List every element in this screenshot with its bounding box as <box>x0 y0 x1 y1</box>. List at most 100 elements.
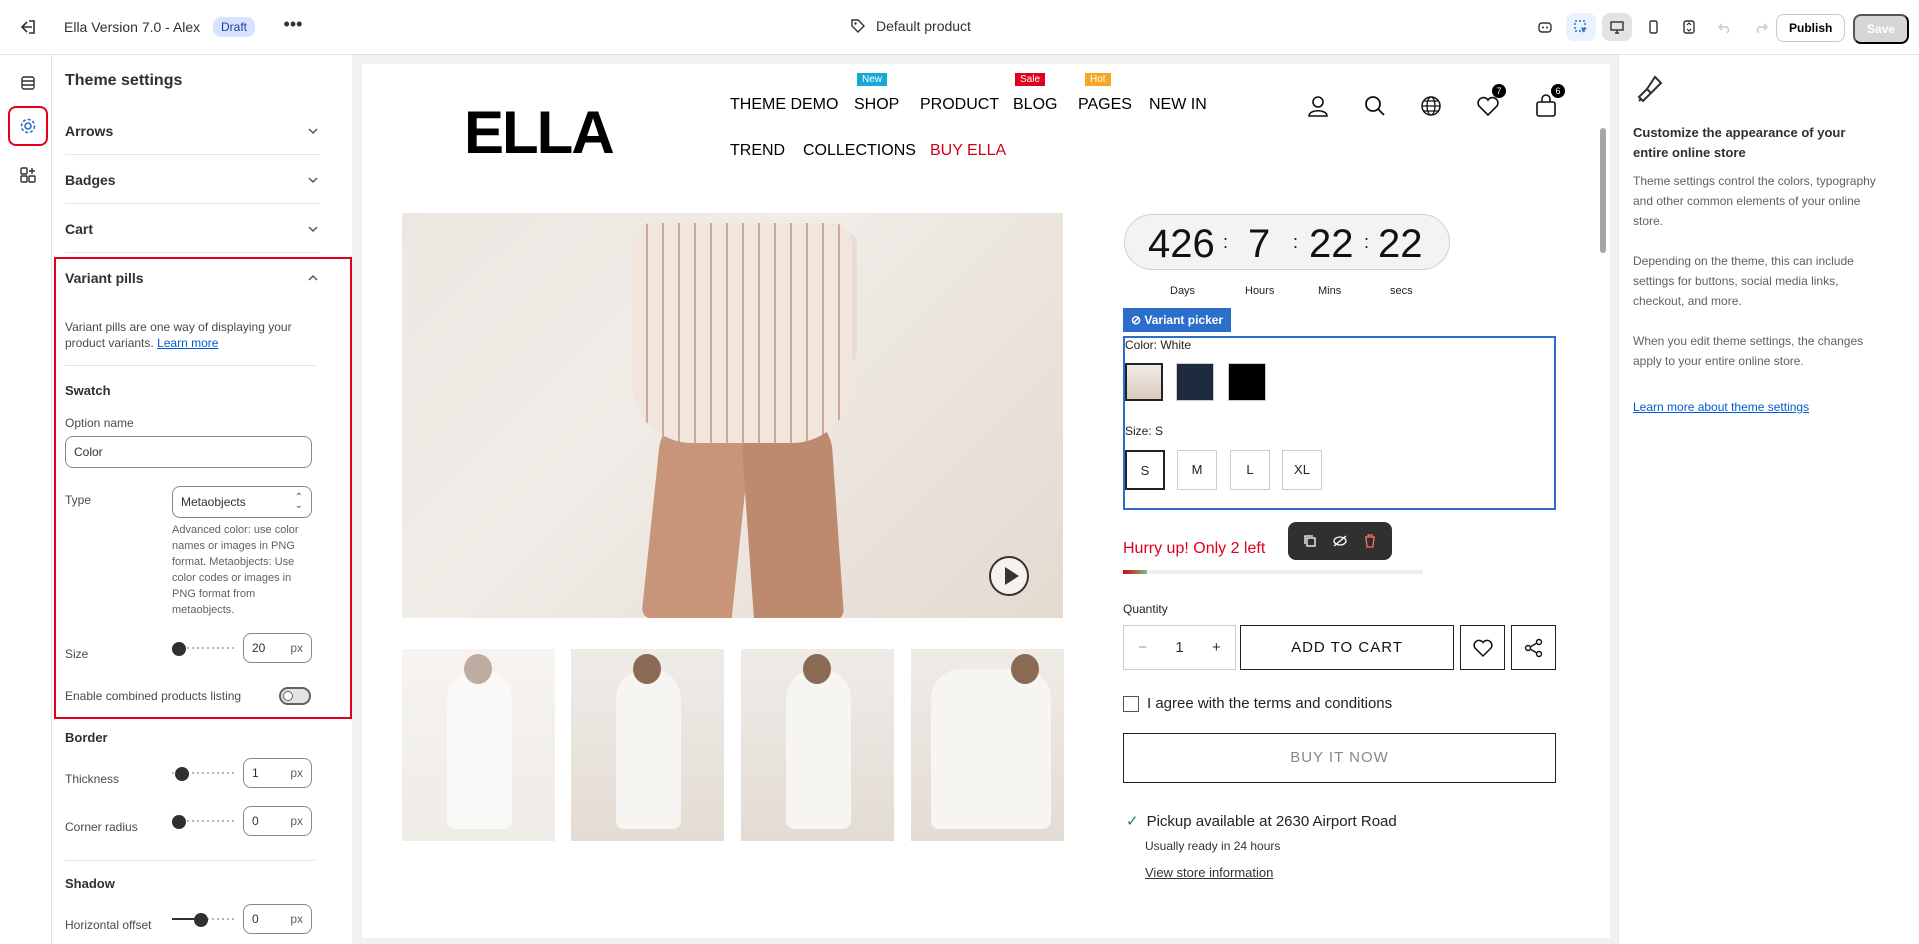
fullscreen-icon[interactable] <box>1674 13 1704 41</box>
stock-progress-fill <box>1123 570 1147 574</box>
thumbnail-4[interactable] <box>911 649 1064 841</box>
theme-settings-icon[interactable] <box>8 106 48 146</box>
slider-thumb[interactable] <box>175 767 189 781</box>
figure-head <box>464 654 492 684</box>
thickness-slider[interactable] <box>172 767 237 781</box>
add-to-cart-button[interactable]: ADD TO CART <box>1240 625 1454 670</box>
top-bar: Ella Version 7.0 - Alex Draft ••• Defaul… <box>0 0 1919 55</box>
accordion-badges[interactable]: Badges <box>65 156 320 204</box>
nav-theme-demo[interactable]: THEME DEMO <box>730 96 838 114</box>
type-select[interactable]: Metaobjects ⌃ ⌄ <box>172 486 312 518</box>
horizontal-offset-slider[interactable] <box>172 913 237 927</box>
horizontal-offset-input[interactable]: 0 px <box>243 904 312 934</box>
wishlist-button[interactable] <box>1460 625 1505 670</box>
corner-radius-label: Corner radius <box>65 820 138 834</box>
learn-more-theme-settings-link[interactable]: Learn more about theme settings <box>1633 400 1809 414</box>
nav-new-in[interactable]: NEW IN <box>1149 96 1207 114</box>
size-s-button[interactable]: S <box>1125 450 1165 490</box>
more-actions-icon[interactable]: ••• <box>281 14 305 38</box>
countdown-secs: 22 <box>1378 222 1423 266</box>
desktop-view-icon[interactable] <box>1602 13 1632 41</box>
slider-thumb[interactable] <box>194 913 208 927</box>
thumbnail-1[interactable] <box>402 649 555 841</box>
corner-radius-slider[interactable] <box>172 815 237 829</box>
corner-radius-input[interactable]: 0 px <box>243 806 312 836</box>
apps-icon[interactable] <box>8 155 48 195</box>
preview-scrollbar[interactable] <box>1600 128 1606 253</box>
account-icon[interactable] <box>1305 93 1331 119</box>
accordion-cart[interactable]: Cart <box>65 205 320 253</box>
swatch-navy[interactable] <box>1176 363 1214 401</box>
quantity-value[interactable]: 1 <box>1175 639 1183 656</box>
nav-product[interactable]: PRODUCT <box>920 96 999 114</box>
store-logo[interactable]: ELLA <box>464 98 615 167</box>
paint-brush-icon <box>1633 71 1665 103</box>
exit-icon[interactable] <box>18 17 38 37</box>
thumbnail-2[interactable] <box>571 649 724 841</box>
size-option-label: Size: S <box>1125 424 1164 438</box>
ai-assist-icon[interactable] <box>1530 13 1560 41</box>
block-toolbar <box>1288 522 1392 560</box>
toolbar <box>1530 13 1776 41</box>
increase-button[interactable]: + <box>1212 639 1221 656</box>
search-icon[interactable] <box>1362 93 1388 119</box>
template-name: Default product <box>876 18 971 34</box>
slider-thumb[interactable] <box>172 815 186 829</box>
save-button[interactable]: Save <box>1853 14 1910 44</box>
chevron-down-icon <box>308 127 318 134</box>
publish-button[interactable]: Publish <box>1776 14 1846 42</box>
swatch-white[interactable] <box>1125 363 1163 401</box>
size-xl-button[interactable]: XL <box>1282 450 1322 490</box>
nav-blog[interactable]: BLOG <box>1013 96 1057 114</box>
sections-icon[interactable] <box>8 63 48 103</box>
unit-label: px <box>290 641 303 655</box>
unit-label: px <box>290 814 303 828</box>
undo-icon[interactable] <box>1710 13 1740 41</box>
nav-buy-ella[interactable]: BUY ELLA <box>930 142 1006 160</box>
size-l-button[interactable]: L <box>1230 450 1270 490</box>
template-selector[interactable]: Default product <box>850 18 971 34</box>
decrease-button[interactable]: − <box>1138 639 1147 656</box>
nav-collections[interactable]: COLLECTIONS <box>803 142 916 160</box>
hurry-message: Hurry up! Only 2 left <box>1123 540 1266 557</box>
duplicate-icon[interactable] <box>1303 534 1317 548</box>
figure-head <box>633 654 661 684</box>
delete-icon[interactable] <box>1363 534 1377 548</box>
product-main-image[interactable] <box>402 213 1063 618</box>
swatch-heading: Swatch <box>65 383 111 398</box>
countdown-separator: : <box>1364 232 1370 252</box>
panel-title: Theme settings <box>65 72 183 89</box>
new-badge: New <box>857 73 888 86</box>
accordion-variant-pills[interactable]: Variant pills <box>65 254 320 302</box>
hide-icon[interactable] <box>1332 534 1348 548</box>
redo-icon[interactable] <box>1746 13 1776 41</box>
nav-trend[interactable]: TREND <box>730 142 785 160</box>
inspector-icon[interactable] <box>1566 13 1596 41</box>
combined-listing-toggle[interactable] <box>279 687 311 705</box>
color-option-label: Color: White <box>1125 338 1192 352</box>
mobile-view-icon[interactable] <box>1638 13 1668 41</box>
shorts-shape <box>632 223 852 443</box>
thickness-input[interactable]: 1 px <box>243 758 312 788</box>
learn-more-link[interactable]: Learn more <box>157 336 218 350</box>
option-name-input[interactable]: Color <box>65 436 312 468</box>
size-input[interactable]: 20 px <box>243 633 312 663</box>
tag-icon <box>851 19 865 33</box>
share-button[interactable] <box>1511 625 1556 670</box>
buy-it-now-button[interactable]: BUY IT NOW <box>1123 733 1556 783</box>
play-icon[interactable] <box>989 556 1029 596</box>
slider-thumb[interactable] <box>172 642 186 656</box>
terms-checkbox[interactable] <box>1123 695 1139 712</box>
globe-icon[interactable] <box>1418 93 1444 119</box>
size-slider[interactable] <box>172 642 237 656</box>
variant-picker-tag[interactable]: ⊘ Variant picker <box>1123 308 1232 332</box>
nav-shop[interactable]: SHOP <box>854 96 899 114</box>
thumbnail-3[interactable] <box>741 649 894 841</box>
size-m-button[interactable]: M <box>1177 450 1217 490</box>
nav-pages[interactable]: PAGES <box>1078 96 1132 114</box>
info-paragraph: When you edit theme settings, the change… <box>1633 334 1864 368</box>
view-store-link[interactable]: View store information <box>1145 865 1273 880</box>
accordion-arrows[interactable]: Arrows <box>65 107 320 155</box>
select-arrows-icon: ⌃ ⌄ <box>294 492 303 511</box>
swatch-black[interactable] <box>1228 363 1266 401</box>
